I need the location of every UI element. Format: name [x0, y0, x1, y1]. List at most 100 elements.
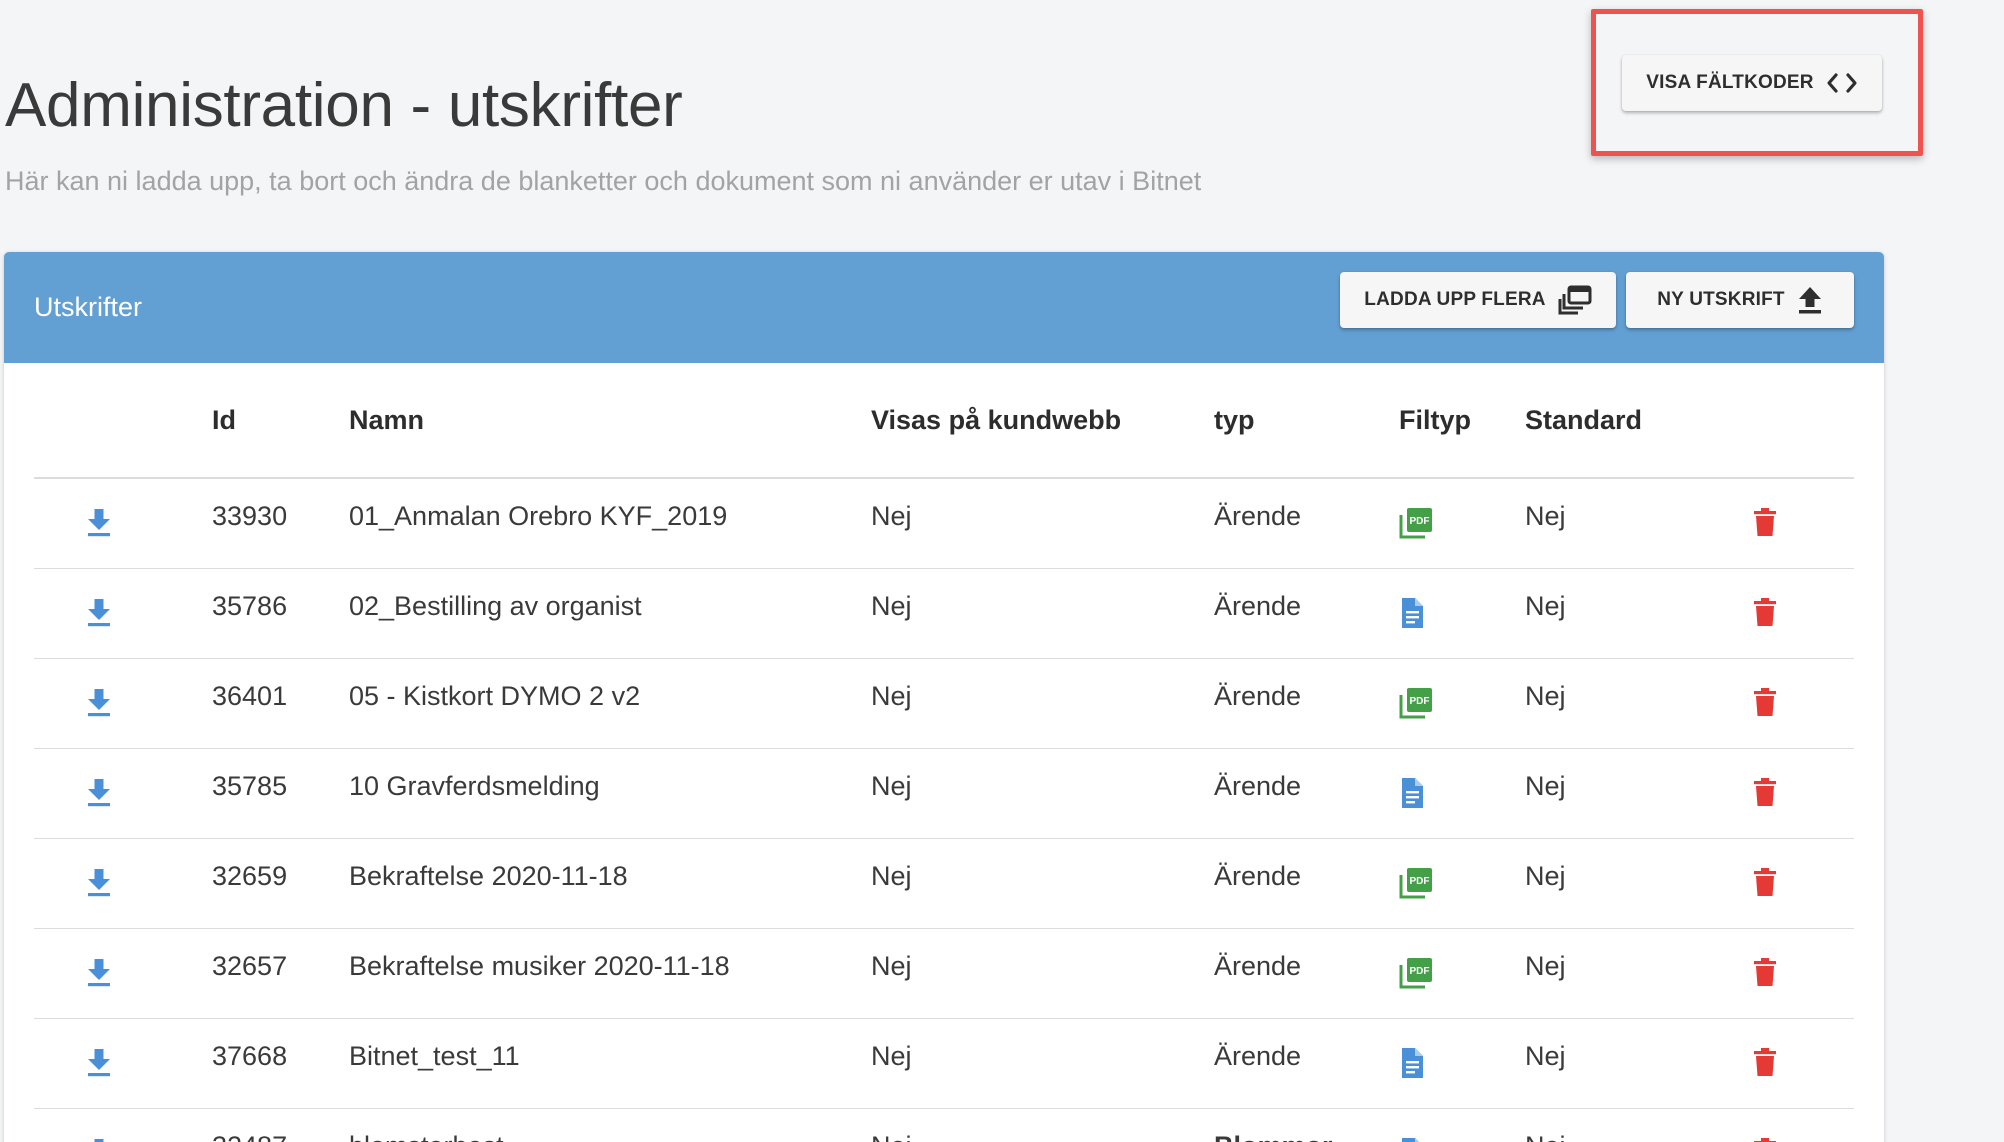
- download-icon[interactable]: [86, 957, 112, 987]
- cell-filtyp: [1399, 1018, 1525, 1109]
- cell-id: 32487: [212, 1108, 349, 1142]
- card-header: Utskrifter LADDA UPP FLERA NY UTSKRIFT: [4, 252, 1884, 363]
- delete-icon[interactable]: [1753, 597, 1777, 627]
- download-icon[interactable]: [86, 597, 112, 627]
- code-brackets-icon: [1827, 73, 1857, 93]
- table-row[interactable]: 32659 Bekraftelse 2020-11-18 Nej Ärende …: [34, 838, 1854, 929]
- cell-namn: Bekraftelse 2020-11-18: [349, 838, 871, 929]
- document-icon: [1402, 1047, 1423, 1078]
- col-header-typ[interactable]: typ: [1214, 363, 1399, 479]
- delete-icon[interactable]: [1753, 1137, 1777, 1142]
- delete-icon[interactable]: [1753, 1047, 1777, 1077]
- cell-standard: Nej: [1525, 658, 1735, 749]
- cell-typ: Ärende: [1214, 928, 1399, 1019]
- cell-visas-pa-kundwebb: Nej: [871, 658, 1214, 749]
- table-row[interactable]: 32657 Bekraftelse musiker 2020-11-18 Nej…: [34, 928, 1854, 1019]
- page: Administration - utskrifter Här kan ni l…: [0, 0, 2004, 1142]
- cell-filtyp: PDF: [1399, 928, 1525, 1019]
- cell-filtyp: [1399, 568, 1525, 659]
- delete-icon[interactable]: [1753, 867, 1777, 897]
- delete-icon[interactable]: [1753, 777, 1777, 807]
- table-row[interactable]: 36401 05 - Kistkort DYMO 2 v2 Nej Ärende…: [34, 658, 1854, 749]
- delete-cell: [1735, 928, 1854, 1019]
- cell-visas-pa-kundwebb: Nej: [871, 568, 1214, 659]
- table-row[interactable]: 33930 01_Anmalan Orebro KYF_2019 Nej Äre…: [34, 478, 1854, 569]
- download-icon[interactable]: [86, 867, 112, 897]
- table-row[interactable]: 35786 02_Bestilling av organist Nej Ären…: [34, 568, 1854, 659]
- cell-visas-pa-kundwebb: Nej: [871, 928, 1214, 1019]
- cell-id: 36401: [212, 658, 349, 749]
- download-cell: [34, 928, 212, 1019]
- cell-namn: 10 Gravferdsmelding: [349, 748, 871, 839]
- table-row[interactable]: 35785 10 Gravferdsmelding Nej Ärende Nej: [34, 748, 1854, 839]
- cell-namn: 02_Bestilling av organist: [349, 568, 871, 659]
- cell-filtyp: PDF: [1399, 838, 1525, 929]
- ladda-upp-flera-button[interactable]: LADDA UPP FLERA: [1340, 272, 1616, 328]
- upload-icon: [1798, 287, 1821, 314]
- cell-standard: Nej: [1525, 478, 1735, 569]
- cell-namn: 05 - Kistkort DYMO 2 v2: [349, 658, 871, 749]
- ladda-upp-flera-label: LADDA UPP FLERA: [1364, 289, 1546, 310]
- col-header-visas-pa-kundwebb[interactable]: Visas på kundwebb: [871, 363, 1214, 479]
- cell-id: 33930: [212, 478, 349, 569]
- delete-cell: [1735, 1018, 1854, 1109]
- delete-cell: [1735, 1108, 1854, 1142]
- cell-id: 35785: [212, 748, 349, 839]
- col-header-standard[interactable]: Standard: [1525, 363, 1735, 479]
- col-header-filtyp[interactable]: Filtyp: [1399, 363, 1525, 479]
- col-header-id[interactable]: Id: [212, 363, 349, 479]
- delete-icon[interactable]: [1753, 687, 1777, 717]
- page-title: Administration - utskrifter: [5, 71, 683, 140]
- download-icon[interactable]: [86, 687, 112, 717]
- table-row[interactable]: 37668 Bitnet_test_11 Nej Ärende Nej: [34, 1018, 1854, 1109]
- cell-standard: Nej: [1525, 838, 1735, 929]
- delete-cell: [1735, 568, 1854, 659]
- visa-faltkoder-button[interactable]: VISA FÄLTKODER: [1622, 55, 1882, 111]
- delete-icon[interactable]: [1753, 507, 1777, 537]
- cell-namn: 01_Anmalan Orebro KYF_2019: [349, 478, 871, 569]
- download-icon[interactable]: [86, 1137, 112, 1142]
- cell-typ: Blommor: [1214, 1108, 1399, 1142]
- cell-typ: Ärende: [1214, 568, 1399, 659]
- cell-visas-pa-kundwebb: Nej: [871, 1018, 1214, 1109]
- cell-id: 32659: [212, 838, 349, 929]
- cell-namn: blomsterbest: [349, 1108, 871, 1142]
- document-icon: [1402, 777, 1423, 808]
- cell-typ: Ärende: [1214, 838, 1399, 929]
- visa-faltkoder-label: VISA FÄLTKODER: [1646, 72, 1814, 93]
- cell-visas-pa-kundwebb: Nej: [871, 748, 1214, 839]
- svg-text:PDF: PDF: [1410, 696, 1430, 707]
- table-row[interactable]: 32487 blomsterbest Nej Blommor Nej: [34, 1108, 1854, 1142]
- cell-visas-pa-kundwebb: Nej: [871, 478, 1214, 569]
- col-header-namn[interactable]: Namn: [349, 363, 871, 479]
- cell-standard: Nej: [1525, 928, 1735, 1019]
- download-cell: [34, 1108, 212, 1142]
- pdf-icon: PDF: [1399, 957, 1432, 988]
- delete-icon[interactable]: [1753, 957, 1777, 987]
- cell-id: 35786: [212, 568, 349, 659]
- cell-visas-pa-kundwebb: Nej: [871, 1108, 1214, 1142]
- download-icon[interactable]: [86, 777, 112, 807]
- cell-namn: Bitnet_test_11: [349, 1018, 871, 1109]
- download-icon[interactable]: [86, 507, 112, 537]
- cell-filtyp: PDF: [1399, 478, 1525, 569]
- download-icon[interactable]: [86, 1047, 112, 1077]
- delete-cell: [1735, 838, 1854, 929]
- cell-filtyp: PDF: [1399, 658, 1525, 749]
- delete-cell: [1735, 658, 1854, 749]
- ny-utskrift-button[interactable]: NY UTSKRIFT: [1626, 272, 1854, 328]
- cell-standard: Nej: [1525, 748, 1735, 839]
- page-subtitle: Här kan ni ladda upp, ta bort och ändra …: [5, 166, 1202, 196]
- document-icon: [1402, 1137, 1420, 1142]
- utskrifter-table: Id Namn Visas på kundwebb typ Filtyp Sta…: [34, 363, 1854, 1142]
- download-cell: [34, 568, 212, 659]
- multiple-files-icon: [1558, 285, 1592, 315]
- table-header-row: Id Namn Visas på kundwebb typ Filtyp Sta…: [34, 363, 1854, 479]
- delete-cell: [1735, 748, 1854, 839]
- download-cell: [34, 1018, 212, 1109]
- document-icon: [1402, 597, 1423, 628]
- pdf-icon: PDF: [1399, 687, 1432, 718]
- cell-standard: Nej: [1525, 1108, 1735, 1142]
- pdf-icon: PDF: [1399, 867, 1432, 898]
- pdf-icon: PDF: [1399, 508, 1432, 539]
